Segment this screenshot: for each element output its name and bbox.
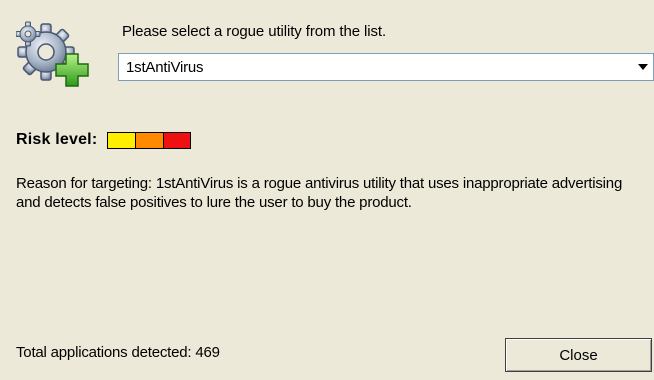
risk-segment-medium [135, 132, 163, 148]
dropdown-button[interactable] [633, 54, 653, 80]
app-icon [15, 20, 92, 88]
close-button[interactable]: Close [505, 338, 652, 372]
risk-level-row: Risk level: [16, 131, 192, 149]
rogue-utility-select[interactable]: 1stAntiVirus [118, 53, 654, 81]
select-prompt-label: Please select a rogue utility from the l… [122, 23, 387, 40]
total-applications-text: Total applications detected: 469 [16, 344, 220, 361]
gear-plus-icon [15, 21, 89, 87]
risk-level-label: Risk level: [16, 131, 98, 148]
risk-segment-high [162, 132, 191, 148]
chevron-down-icon [638, 64, 648, 70]
reason-text: Reason for targeting: 1stAntiVirus is a … [16, 175, 623, 211]
risk-segment-low [108, 132, 136, 148]
select-value: 1stAntiVirus [126, 59, 204, 76]
risk-level-bar [107, 131, 192, 149]
